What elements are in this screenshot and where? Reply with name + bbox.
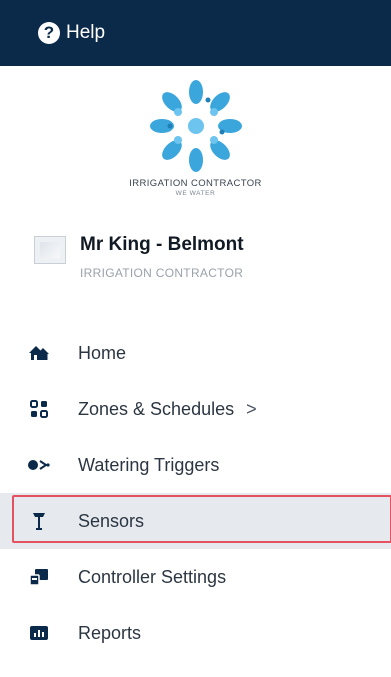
water-splash-logo-icon <box>149 80 242 172</box>
sidebar-item-reports[interactable]: Reports <box>0 605 391 661</box>
home-icon <box>26 340 52 366</box>
selection-highlight <box>12 495 391 543</box>
help-label: Help <box>66 22 106 43</box>
sidebar-item-label: Home <box>78 342 127 363</box>
grid-icon <box>26 396 52 422</box>
account-header: Mr King - Belmont IRRIGATION CONTRACTOR <box>34 232 364 292</box>
chevron-right-icon: > <box>246 398 257 419</box>
top-bar: ? Help <box>0 0 391 66</box>
sidebar-item-controller-settings[interactable]: Controller Settings <box>0 549 391 605</box>
sidebar-item-label: Zones & Schedules <box>78 398 235 419</box>
reports-icon <box>26 620 52 646</box>
sidebar-item-watering-triggers[interactable]: Watering Triggers <box>0 437 391 493</box>
controller-icon <box>26 564 52 590</box>
sensor-icon <box>26 508 52 534</box>
trigger-icon <box>26 452 52 478</box>
avatar <box>34 236 66 264</box>
account-name: Mr King - Belmont <box>80 234 244 255</box>
sidebar-item-label: Watering Triggers <box>78 454 220 475</box>
sidebar-item-label: Reports <box>78 622 142 643</box>
sidebar-nav: Home Zones & Schedules > Watering Trigge… <box>0 325 391 661</box>
company-logo: IRRIGATION CONTRACTOR WE WATER <box>0 78 391 210</box>
sidebar-item-label: Controller Settings <box>78 566 227 587</box>
sidebar-item-zones-schedules[interactable]: Zones & Schedules > <box>0 381 391 437</box>
sidebar-item-sensors[interactable]: Sensors <box>0 493 391 549</box>
help-icon: ? <box>38 22 60 44</box>
help-button[interactable]: ? Help <box>38 22 105 44</box>
logo-company-name: IRRIGATION CONTRACTOR <box>129 178 262 189</box>
account-role: IRRIGATION CONTRACTOR <box>80 266 244 280</box>
sidebar-item-home[interactable]: Home <box>0 325 391 381</box>
logo-tagline: WE WATER <box>175 190 216 197</box>
sidebar-item-label: Sensors <box>78 510 145 531</box>
